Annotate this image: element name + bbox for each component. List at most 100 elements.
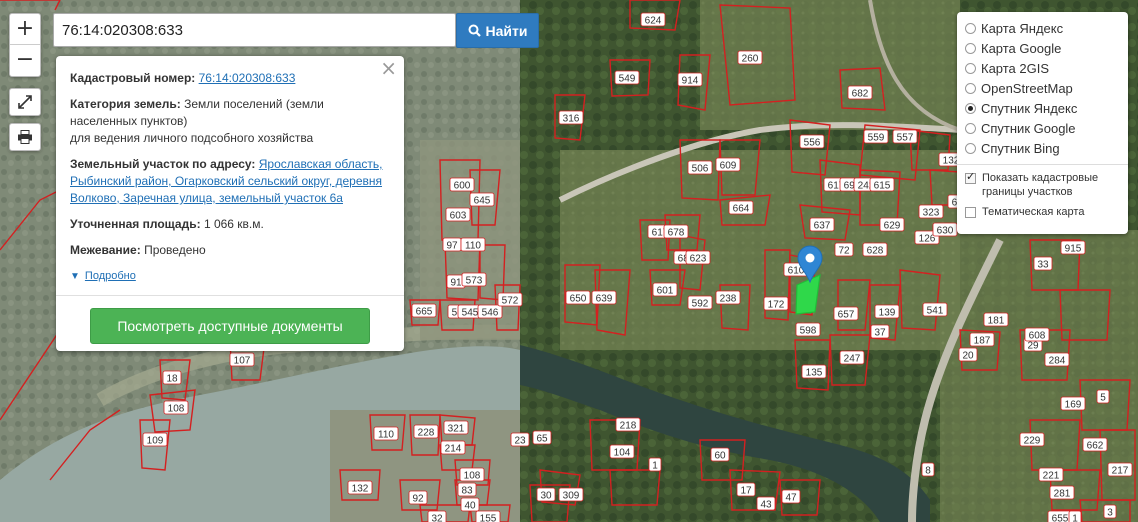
show-borders-toggle[interactable]: Показать кадастровые границы участков — [965, 170, 1120, 199]
parcel-label: 572 — [497, 292, 523, 307]
parcel-label-text: 155 — [480, 514, 497, 522]
thematic-map-toggle[interactable]: Тематическая карта — [965, 205, 1120, 219]
parcel-label-text: 139 — [879, 308, 896, 319]
parcel-label: 108 — [163, 400, 189, 415]
zoom-out-button[interactable]: − — [10, 44, 40, 75]
cadastral-number-link[interactable]: 76:14:020308:633 — [199, 71, 296, 85]
parcel-label: 557 — [892, 129, 918, 144]
parcel-label-text: 592 — [692, 299, 709, 310]
area-row: Уточненная площадь: 1 066 кв.м. — [70, 216, 390, 233]
parcel-label: 1 — [648, 457, 662, 472]
parcel-label: 110 — [460, 237, 486, 252]
fullscreen-button[interactable] — [9, 88, 41, 116]
parcel-label-text: 132 — [352, 484, 369, 495]
parcel-label-text: 260 — [742, 54, 759, 65]
parcel-label-text: 600 — [454, 181, 471, 192]
parcel-label-text: 228 — [418, 428, 435, 439]
parcel-label: 284 — [1044, 352, 1070, 367]
print-button[interactable] — [9, 123, 41, 151]
parcel-label: 47 — [781, 489, 801, 504]
parcel-label: 598 — [795, 322, 821, 337]
details-toggle[interactable]: ▼ Подробно — [70, 268, 390, 285]
parcel-label-text: 217 — [1112, 466, 1129, 477]
parcel-label-text: 601 — [657, 286, 674, 297]
parcel-label: 187 — [969, 332, 995, 347]
parcel-label: 321 — [443, 420, 469, 435]
zoom-in-button[interactable]: + — [10, 14, 40, 44]
parcel-label-text: 615 — [874, 181, 891, 192]
layer-option[interactable]: Карта Яндекс — [965, 18, 1120, 38]
parcel-label: 229 — [1019, 432, 1045, 447]
parcel-label: 3 — [1103, 504, 1117, 519]
address-row: Земельный участок по адресу: Ярославская… — [70, 156, 390, 207]
layer-option[interactable]: Карта 2GIS — [965, 58, 1120, 78]
parcel-label-text: 323 — [923, 208, 940, 219]
parcel-label-text: 609 — [720, 161, 737, 172]
parcel-label: 221 — [1038, 467, 1064, 482]
view-documents-button[interactable]: Посмотреть доступные документы — [90, 308, 370, 344]
parcel-label: 650 — [565, 290, 591, 305]
parcel-label: 556 — [799, 134, 825, 149]
parcel-label-text: 556 — [804, 138, 821, 149]
parcel-label-text: 545 — [462, 308, 479, 319]
parcel-label: 637 — [809, 217, 835, 232]
parcel-label-text: 281 — [1054, 489, 1071, 500]
parcel-label-text: 107 — [234, 356, 251, 367]
parcel-label: 218 — [615, 417, 641, 432]
parcel-label-text: 1 — [652, 461, 658, 472]
parcel-label-text: 91 — [450, 278, 462, 289]
thematic-map-checkbox[interactable] — [965, 207, 976, 218]
layer-option[interactable]: Карта Google — [965, 38, 1120, 58]
parcel-label-text: 33 — [1037, 260, 1049, 271]
parcel-label: 30 — [536, 487, 556, 502]
layer-radio[interactable] — [965, 22, 976, 34]
parcel-label: 109 — [142, 432, 168, 447]
parcel-info-card: × Кадастровый номер: 76:14:020308:633 Ка… — [56, 56, 404, 351]
parcel-label: 217 — [1107, 462, 1133, 477]
parcel-label: 172 — [763, 296, 789, 311]
parcel-label-text: 187 — [974, 336, 991, 347]
details-link[interactable]: Подробно — [85, 268, 136, 285]
area-label: Уточненная площадь: — [70, 217, 201, 231]
parcel-label-text: 108 — [464, 471, 481, 482]
close-icon[interactable]: × — [380, 58, 397, 78]
layer-radio[interactable] — [965, 122, 976, 134]
parcel-label: 629 — [879, 217, 905, 232]
parcel-label: 682 — [847, 85, 873, 100]
parcel-label: 260 — [737, 50, 763, 65]
parcel-label-text: 5 — [1100, 393, 1106, 404]
search-button[interactable]: Найти — [456, 13, 539, 48]
parcel-label: 624 — [640, 12, 666, 27]
parcel-label-text: 169 — [1065, 400, 1082, 411]
layer-option[interactable]: Спутник Google — [965, 118, 1120, 138]
parcel-label-text: 284 — [1049, 356, 1066, 367]
parcel-label: 657 — [833, 306, 859, 321]
cadastral-search-input[interactable] — [53, 13, 456, 47]
parcel-label-text: 598 — [800, 326, 817, 337]
parcel-label-text: 637 — [814, 221, 831, 232]
parcel-label-text: 541 — [927, 306, 944, 317]
parcel-label: 914 — [677, 72, 703, 87]
layer-label: Карта Яндекс — [981, 20, 1064, 36]
land-usage-value: для ведения личного подсобного хозяйства — [70, 131, 314, 145]
layer-radio[interactable] — [965, 102, 976, 114]
layer-option[interactable]: Спутник Bing — [965, 138, 1120, 158]
parcel-label: 639 — [591, 290, 617, 305]
layer-radio[interactable] — [965, 142, 976, 154]
show-borders-checkbox[interactable] — [965, 170, 976, 184]
layer-option[interactable]: Спутник Яндекс — [965, 98, 1120, 118]
parcel-label-text: 573 — [466, 276, 483, 287]
parcel-label-text: 229 — [1024, 436, 1041, 447]
parcel-label: 60 — [710, 447, 730, 462]
parcel-label-text: 218 — [620, 421, 637, 432]
layer-radio[interactable] — [965, 82, 976, 94]
parcel-label-text: 29 — [1027, 341, 1039, 352]
parcel-label-text: 72 — [838, 246, 850, 257]
layer-radio[interactable] — [965, 42, 976, 54]
layer-option[interactable]: OpenStreetMap — [965, 78, 1120, 98]
parcel-label: 104 — [609, 444, 635, 459]
parcel-label: 110 — [373, 426, 399, 441]
layer-radio[interactable] — [965, 62, 976, 74]
parcel-label-text: 678 — [668, 228, 685, 239]
parcel-label-text: 549 — [619, 74, 636, 85]
